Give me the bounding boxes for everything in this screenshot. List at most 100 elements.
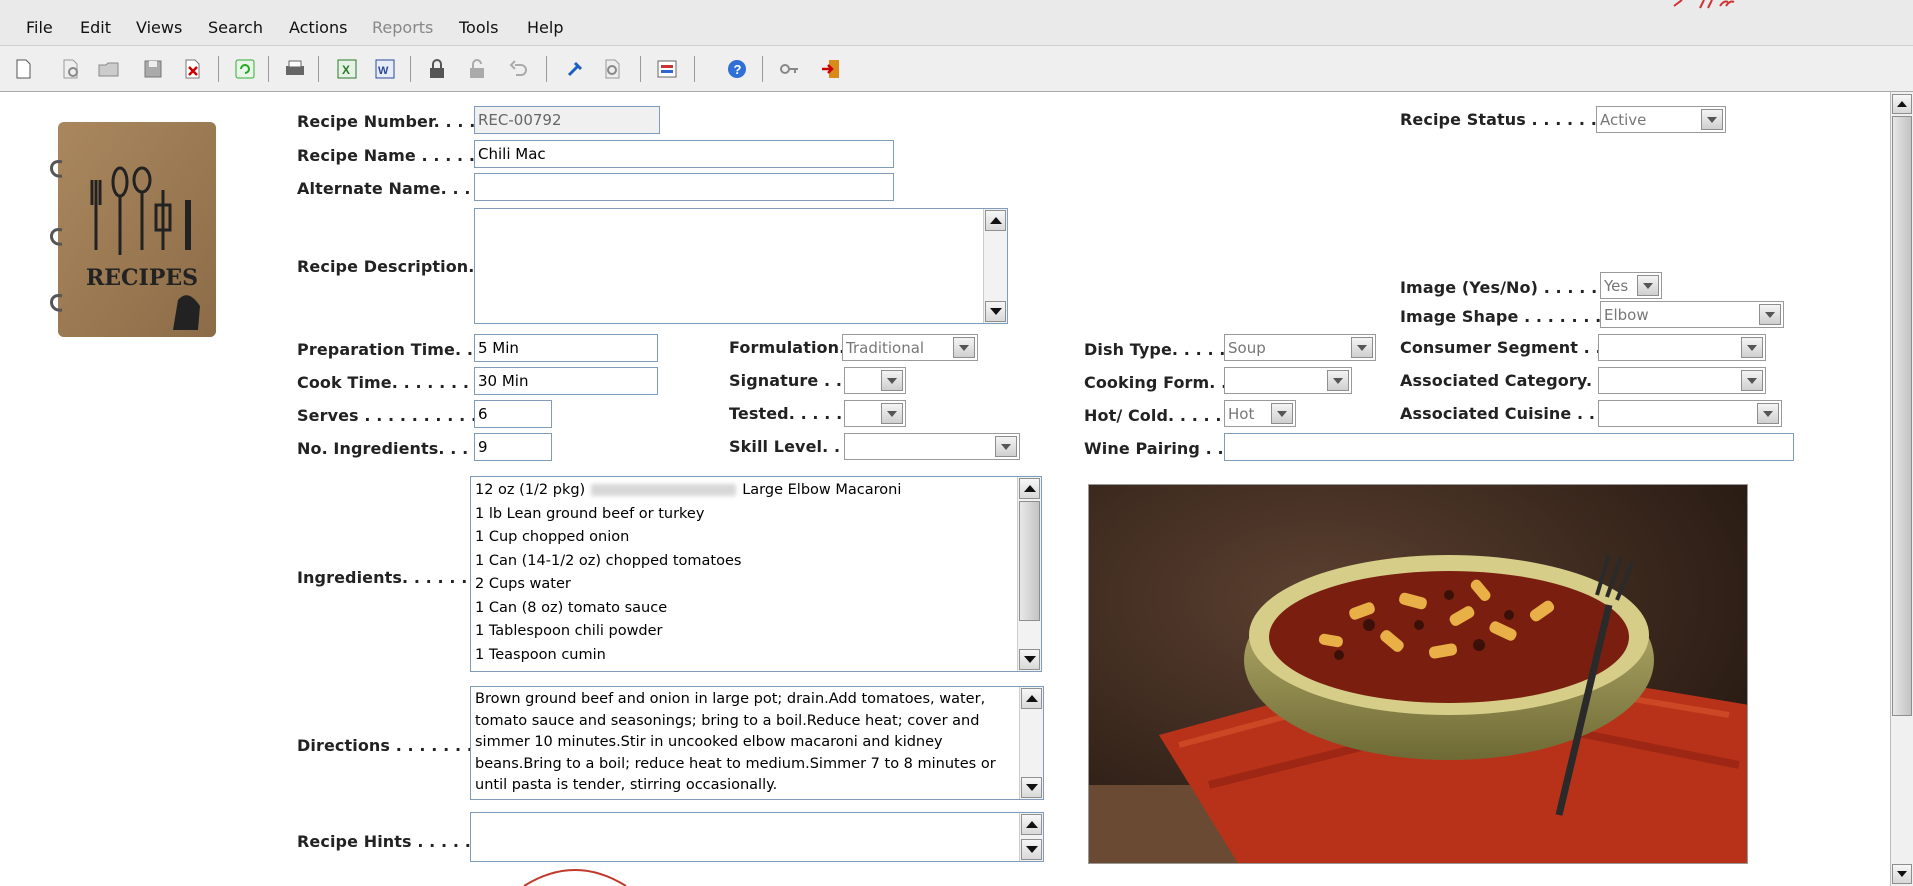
- chevron-down-icon[interactable]: [953, 337, 975, 358]
- recipe-photo: [1088, 484, 1748, 864]
- pin-icon[interactable]: [562, 56, 588, 82]
- scroll-down-icon[interactable]: [1021, 777, 1042, 798]
- formulation-select[interactable]: Traditional: [842, 334, 978, 361]
- lock-icon[interactable]: [424, 56, 450, 82]
- recipe-hints-field[interactable]: [470, 812, 1044, 862]
- print-icon[interactable]: [282, 56, 308, 82]
- dish-type-value: Soup: [1228, 339, 1266, 357]
- signature-label: Signature . . .: [729, 371, 854, 390]
- scroll-up-icon[interactable]: [1021, 688, 1042, 709]
- chevron-down-icon[interactable]: [881, 370, 903, 391]
- open-folder-icon[interactable]: [96, 56, 122, 82]
- consumer-segment-select[interactable]: [1598, 334, 1766, 361]
- consumer-segment-label: Consumer Segment . .: [1400, 338, 1602, 357]
- scroll-down-icon[interactable]: [1019, 649, 1040, 670]
- chevron-down-icon[interactable]: [1327, 370, 1349, 391]
- recipe-book-image: RECIPES: [48, 120, 218, 340]
- cooking-form-select[interactable]: [1224, 367, 1352, 394]
- new-document-icon[interactable]: [10, 56, 36, 82]
- ingredients-scrollbar[interactable]: [1017, 477, 1041, 671]
- recipe-status-value: Active: [1600, 111, 1647, 129]
- associated-category-select[interactable]: [1598, 367, 1766, 394]
- svg-text:X: X: [342, 63, 350, 77]
- cook-time-field[interactable]: 30 Min: [474, 367, 658, 395]
- recipe-description-field[interactable]: [474, 208, 1008, 324]
- report-icon[interactable]: [654, 56, 680, 82]
- ingredients-field[interactable]: 12 oz (1/2 pkg) Large Elbow Macaroni 1 lb…: [470, 476, 1042, 672]
- scroll-up-icon[interactable]: [1019, 478, 1040, 499]
- ingredient-line: 1 lb Lean ground beef or turkey: [475, 505, 705, 522]
- skill-level-select[interactable]: [844, 433, 1020, 460]
- image-yes-no-label: Image (Yes/No) . . . . . . .: [1400, 278, 1621, 297]
- scroll-down-icon[interactable]: [985, 301, 1006, 322]
- recipe-name-field[interactable]: Chili Mac: [474, 140, 894, 168]
- scroll-down-icon[interactable]: [1892, 864, 1912, 884]
- recipe-number-field[interactable]: REC-00792: [474, 106, 660, 134]
- redacted-brand: [591, 484, 737, 496]
- directions-scrollbar[interactable]: [1019, 687, 1043, 799]
- formulation-value: Traditional: [846, 339, 925, 357]
- preparation-time-field[interactable]: 5 Min: [474, 334, 658, 362]
- key-icon[interactable]: [776, 56, 802, 82]
- help-icon[interactable]: ?: [724, 56, 750, 82]
- chevron-down-icon[interactable]: [1637, 275, 1659, 296]
- ingredient-line: 1 Teaspoon cumin: [475, 646, 606, 663]
- menu-actions[interactable]: Actions: [289, 18, 347, 37]
- cook-time-label: Cook Time. . . . . . . . .: [297, 373, 493, 392]
- recipe-status-select[interactable]: Active: [1596, 106, 1726, 133]
- chevron-down-icon[interactable]: [1759, 304, 1781, 325]
- wine-pairing-field[interactable]: [1224, 433, 1794, 461]
- hot-cold-select[interactable]: Hot: [1224, 400, 1296, 427]
- excel-icon[interactable]: X: [334, 56, 360, 82]
- chevron-down-icon[interactable]: [1741, 337, 1763, 358]
- menu-reports[interactable]: Reports: [372, 18, 433, 37]
- alternate-name-field[interactable]: [474, 173, 894, 201]
- scroll-up-icon[interactable]: [985, 210, 1006, 231]
- menu-edit[interactable]: Edit: [80, 18, 111, 37]
- menu-file[interactable]: File: [26, 18, 53, 37]
- directions-field[interactable]: Brown ground beef and onion in large pot…: [470, 686, 1044, 800]
- page-scrollbar[interactable]: [1890, 92, 1913, 886]
- image-shape-select[interactable]: Elbow: [1600, 301, 1784, 328]
- menu-search[interactable]: Search: [208, 18, 263, 37]
- menu-tools[interactable]: Tools: [459, 18, 498, 37]
- dish-type-select[interactable]: Soup: [1224, 334, 1376, 361]
- preview-icon[interactable]: [58, 56, 84, 82]
- description-scrollbar[interactable]: [983, 209, 1007, 323]
- recipe-form: RECIPES Recipe Number. . . . . REC-00792…: [0, 92, 1890, 886]
- serves-field[interactable]: 6: [474, 400, 552, 428]
- image-yes-no-select[interactable]: Yes: [1600, 272, 1662, 299]
- exit-icon[interactable]: [818, 56, 844, 82]
- preparation-time-label: Preparation Time. . .: [297, 340, 485, 359]
- scroll-up-icon[interactable]: [1892, 94, 1912, 114]
- undo-icon[interactable]: [506, 56, 532, 82]
- unlock-icon[interactable]: [464, 56, 490, 82]
- word-icon[interactable]: W: [372, 56, 398, 82]
- scroll-thumb[interactable]: [1892, 116, 1912, 716]
- menu-help[interactable]: Help: [527, 18, 563, 37]
- recipe-number-label: Recipe Number. . . . .: [297, 112, 488, 131]
- scroll-up-icon[interactable]: [1021, 814, 1042, 835]
- chevron-down-icon[interactable]: [1741, 370, 1763, 391]
- ingredient-line: 1 Tablespoon chili powder: [475, 623, 663, 639]
- save-icon[interactable]: [140, 56, 166, 82]
- delete-icon[interactable]: [180, 56, 206, 82]
- no-ingredients-field[interactable]: 9: [474, 433, 552, 461]
- chevron-down-icon[interactable]: [1701, 109, 1723, 130]
- signature-select[interactable]: [844, 367, 906, 394]
- scroll-thumb[interactable]: [1019, 501, 1040, 621]
- refresh-icon[interactable]: [232, 56, 258, 82]
- chevron-down-icon[interactable]: [881, 403, 903, 424]
- hints-scrollbar[interactable]: [1019, 813, 1043, 861]
- associated-cuisine-select[interactable]: [1598, 400, 1782, 427]
- associated-category-label: Associated Category. .: [1400, 371, 1604, 390]
- scroll-down-icon[interactable]: [1021, 839, 1042, 860]
- chevron-down-icon[interactable]: [1757, 403, 1779, 424]
- tested-select[interactable]: [844, 400, 906, 427]
- no-ingredients-label: No. Ingredients. . . . .: [297, 439, 492, 458]
- chevron-down-icon[interactable]: [1351, 337, 1373, 358]
- chevron-down-icon[interactable]: [1271, 403, 1293, 424]
- chevron-down-icon[interactable]: [995, 436, 1017, 457]
- find-icon[interactable]: [600, 56, 626, 82]
- menu-views[interactable]: Views: [136, 18, 182, 37]
